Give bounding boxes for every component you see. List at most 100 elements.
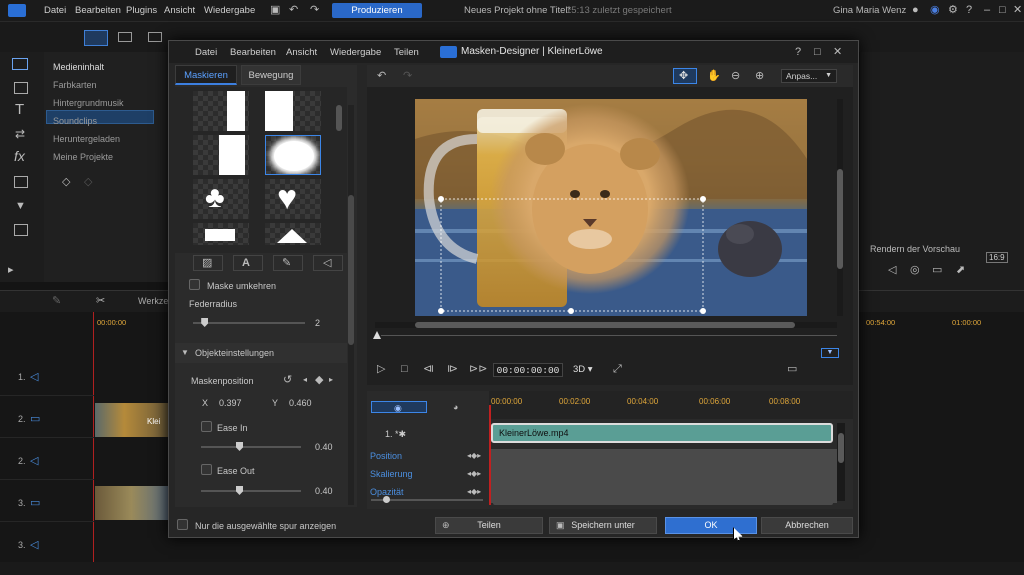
library-item[interactable]: Farbkarten — [53, 80, 97, 90]
snapshot-icon[interactable]: ▭ — [932, 264, 942, 276]
next-keyframe-icon[interactable]: ▸ — [329, 374, 333, 386]
chapter-room-icon[interactable] — [14, 224, 28, 236]
dialog-menu-datei[interactable]: Datei — [195, 47, 217, 58]
kf-video-clip[interactable]: KleinerLöwe.mp4 — [491, 423, 833, 443]
timeline-settings-icon[interactable]: ◕ — [453, 401, 458, 413]
brush-mask-icon[interactable]: ✎ — [273, 255, 303, 271]
minimize-icon[interactable]: – — [984, 4, 990, 16]
tools-label[interactable]: Werkze — [138, 296, 168, 306]
video-frame[interactable] — [415, 99, 807, 316]
ease-out-slider-thumb[interactable] — [236, 486, 243, 495]
save-icon[interactable]: ▣ — [270, 4, 280, 16]
popout-icon[interactable]: ⬈ — [956, 264, 965, 276]
undo-icon[interactable]: ↶ — [377, 70, 386, 82]
view-toggle-icon[interactable] — [84, 30, 108, 46]
produce-button[interactable]: Produzieren — [332, 3, 422, 18]
safe-zone-icon[interactable]: ▭ — [787, 363, 797, 375]
import-image-mask-icon[interactable]: ▨ — [193, 255, 223, 271]
mask-shape-thumb[interactable] — [193, 223, 249, 245]
add-keyframe-icon[interactable]: ◂◆▸ — [467, 486, 481, 498]
position-slider[interactable] — [381, 335, 837, 336]
mask-shape-thumb[interactable] — [265, 223, 321, 245]
fullscreen-icon[interactable]: ⤢ — [613, 363, 622, 375]
panel-scrollbar[interactable] — [348, 105, 354, 505]
prev-frame-icon[interactable]: ⧏ — [423, 363, 434, 375]
tab-maskieren[interactable]: Maskieren — [175, 65, 237, 85]
remove-tag-icon[interactable]: ◇ — [84, 176, 92, 188]
mask-shape-thumb[interactable] — [193, 135, 249, 175]
ok-button[interactable]: OK — [665, 517, 757, 534]
library-item[interactable]: Hintergrundmusik — [53, 98, 124, 108]
edit-icon[interactable]: ✎ — [52, 295, 61, 307]
y-value[interactable]: 0.460 — [289, 398, 312, 408]
hand-tool-icon[interactable]: ✋ — [707, 70, 721, 82]
kf-row-scale[interactable]: Skalierung — [370, 469, 413, 479]
redo-icon[interactable]: ↷ — [403, 70, 412, 82]
mask-shape-thumb[interactable] — [265, 91, 321, 131]
ease-out-slider[interactable] — [201, 490, 301, 492]
layout-icon[interactable] — [118, 32, 132, 42]
only-selected-track-checkbox[interactable] — [177, 519, 188, 530]
particle-room-icon[interactable]: ▼ — [15, 200, 26, 212]
save-as-button[interactable]: ▣ Speichern unter — [549, 517, 657, 534]
timeline-clip[interactable]: Klei — [95, 403, 168, 437]
dialog-menu-teilen[interactable]: Teilen — [394, 47, 419, 58]
move-tool-icon[interactable]: ✥ — [673, 68, 697, 84]
prev-keyframe-icon[interactable]: ◂ — [303, 374, 307, 386]
dialog-menu-bearbeiten[interactable]: Bearbeiten — [230, 47, 276, 58]
add-keyframe-icon[interactable]: ◂◆▸ — [467, 468, 481, 480]
pip-room-icon[interactable] — [14, 176, 28, 188]
gear-icon[interactable]: ⚙ — [948, 4, 958, 16]
add-keyframe-icon[interactable]: ◂◆▸ — [467, 450, 481, 462]
feather-slider-thumb[interactable] — [201, 318, 209, 327]
media-room-icon[interactable] — [12, 58, 28, 70]
video-room-icon[interactable] — [14, 82, 28, 94]
effects-room-icon[interactable]: fx — [14, 149, 25, 163]
redo-icon[interactable]: ↷ — [310, 4, 319, 16]
reset-icon[interactable]: ↺ — [283, 374, 292, 386]
collapse-icon[interactable]: ▸ — [8, 264, 14, 276]
3d-mode-select[interactable]: 3D ▾ — [573, 364, 593, 375]
maximize-icon[interactable]: □ — [814, 46, 821, 58]
mask-shape-thumb[interactable]: ♣ — [193, 179, 249, 219]
camera-icon[interactable]: ◎ — [910, 264, 920, 276]
kf-hscrollbar[interactable] — [493, 501, 833, 505]
close-icon[interactable]: ✕ — [833, 46, 842, 58]
scissors-icon[interactable]: ✂ — [96, 295, 105, 307]
title-room-icon[interactable]: T — [15, 102, 24, 117]
text-mask-icon[interactable]: A — [233, 255, 263, 271]
tab-bewegung[interactable]: Bewegung — [241, 65, 301, 85]
add-tag-icon[interactable]: ◇ — [62, 176, 70, 188]
ease-in-slider[interactable] — [201, 446, 301, 448]
cancel-button[interactable]: Abbrechen — [761, 517, 853, 534]
dialog-menu-ansicht[interactable]: Ansicht — [286, 47, 317, 58]
close-icon[interactable]: ✕ — [1013, 4, 1022, 16]
ease-in-checkbox[interactable] — [201, 421, 212, 432]
kf-vscrollbar[interactable] — [837, 423, 845, 501]
notification-icon[interactable]: ◉ — [930, 4, 940, 16]
menu-ansicht[interactable]: Ansicht — [164, 5, 195, 16]
render-preview-label[interactable]: Rendern der Vorschau — [870, 244, 960, 254]
invert-mask-checkbox[interactable] — [189, 279, 200, 290]
menu-datei[interactable]: Datei — [44, 5, 66, 16]
stop-icon[interactable]: □ — [401, 363, 408, 375]
feather-slider[interactable] — [193, 322, 305, 324]
library-item[interactable]: Meine Projekte — [53, 152, 113, 162]
kf-row-position[interactable]: Position — [370, 451, 402, 461]
canvas-hscrollbar[interactable] — [375, 322, 837, 328]
undo-icon[interactable]: ↶ — [289, 4, 298, 16]
play-icon[interactable]: ▷ — [377, 363, 385, 375]
mask-shape-thumb-selected[interactable] — [265, 135, 321, 175]
library-item[interactable]: Medieninhalt — [53, 62, 104, 72]
library-item[interactable]: Soundclips — [53, 116, 97, 126]
help-icon[interactable]: ? — [795, 46, 801, 58]
maximize-icon[interactable]: □ — [999, 4, 1006, 16]
timeline-zoom-fit-button[interactable]: ◉ — [371, 401, 427, 413]
x-value[interactable]: 0.397 — [219, 398, 242, 408]
timeline-slider-thumb[interactable] — [373, 331, 381, 339]
next-frame-icon[interactable]: ⧐ — [447, 363, 458, 375]
mask-shape-thumb[interactable]: ♥ — [265, 179, 321, 219]
aspect-ratio-select[interactable]: 16:9 — [986, 252, 1008, 263]
zoom-out-icon[interactable]: ⊖ — [731, 70, 740, 82]
ease-in-slider-thumb[interactable] — [236, 442, 243, 451]
